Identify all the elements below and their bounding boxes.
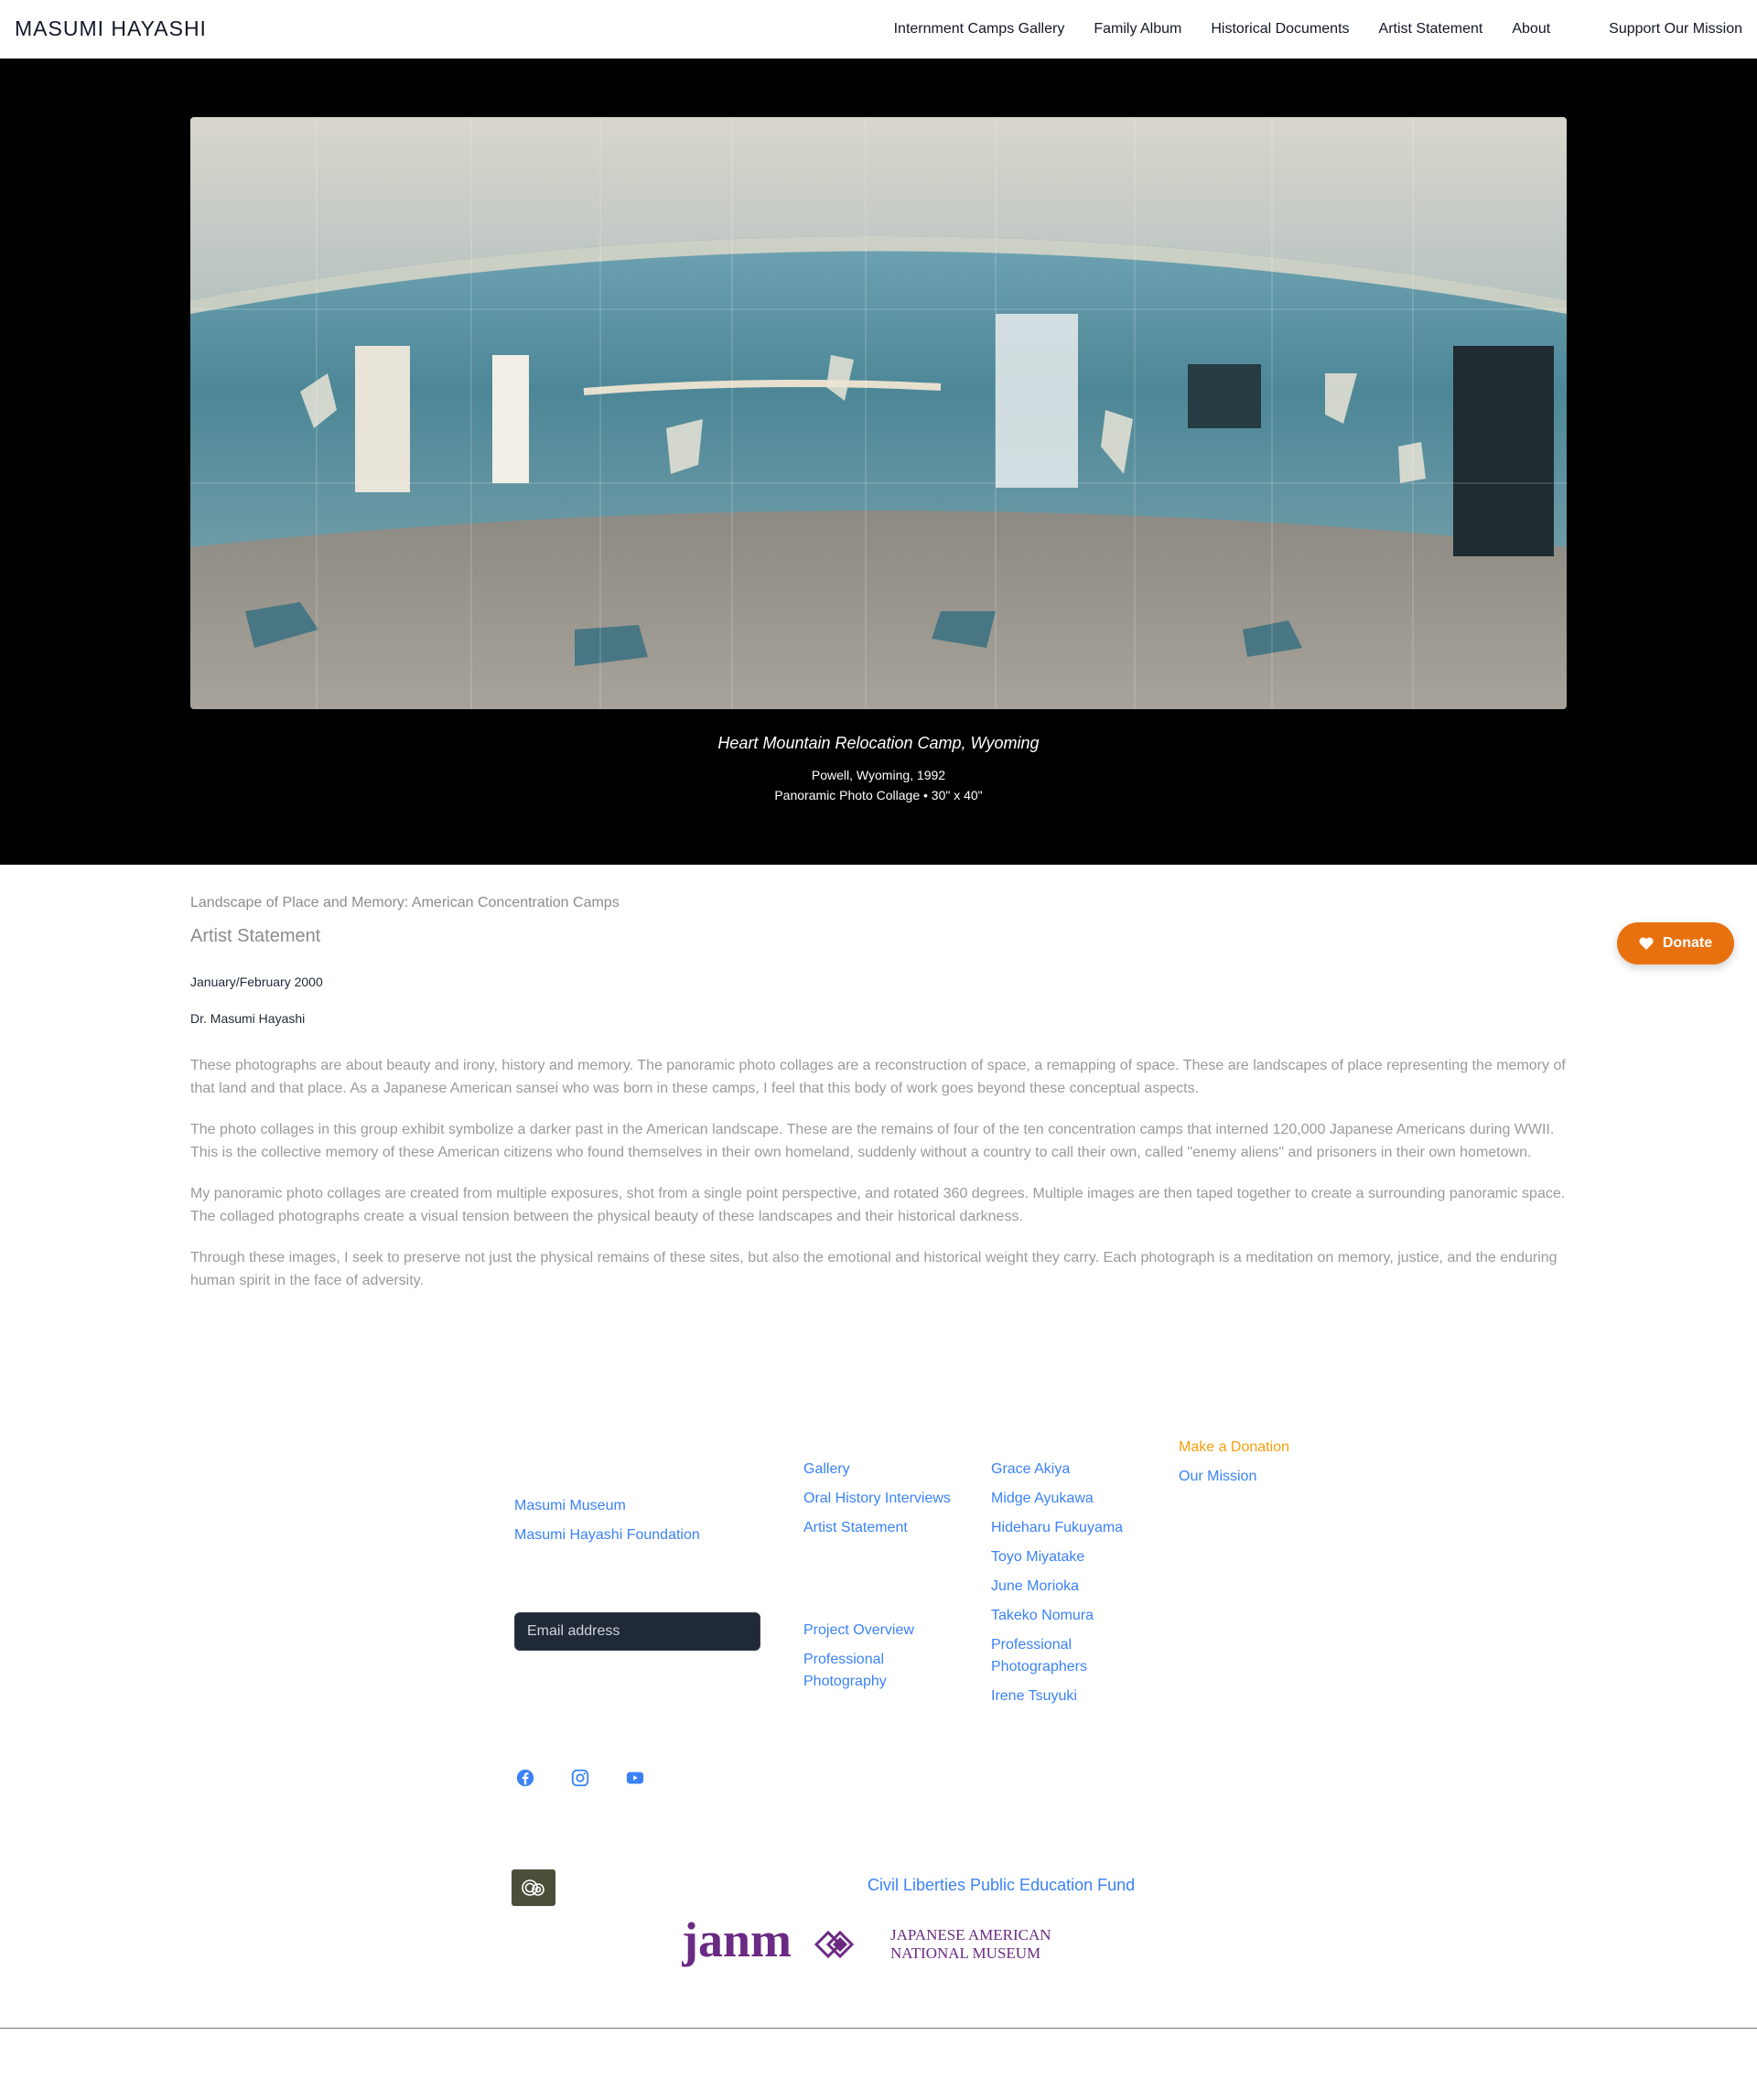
clpef-logo-icon xyxy=(512,1869,555,1906)
donate-label: Donate xyxy=(1662,935,1713,951)
footer-link-takeko-nomura[interactable]: Takeko Nomura xyxy=(991,1605,1094,1627)
statement-paragraph: These photographs are about beauty and i… xyxy=(190,1058,1566,1096)
footer-link-midge-ayukawa[interactable]: Midge Ayukawa xyxy=(991,1488,1094,1510)
statement-date: January/February 2000 xyxy=(190,975,323,989)
footer-link-masumi-hayashi-foundation[interactable]: Masumi Hayashi Foundation xyxy=(514,1524,700,1546)
footer-link-irene-tsuyuki[interactable]: Irene Tsuyuki xyxy=(991,1685,1077,1707)
statement-paragraph: Through these images, I seek to preserve… xyxy=(190,1250,1558,1288)
janm-line1: JAPANESE AMERICAN xyxy=(890,1926,1051,1944)
brand-logo[interactable]: MASUMI HAYASHI xyxy=(15,16,207,41)
footer-link-our-mission[interactable]: Our Mission xyxy=(1179,1466,1256,1488)
nav-support-our-mission[interactable]: Support Our Mission xyxy=(1609,21,1742,38)
photo-medium: Panoramic Photo Collage • 30" x 40" xyxy=(774,788,983,802)
youtube-icon[interactable] xyxy=(625,1768,645,1788)
janm-emblem-icon xyxy=(814,1930,855,1959)
facebook-icon[interactable] xyxy=(515,1768,535,1788)
nav-historical-documents[interactable]: Historical Documents xyxy=(1211,21,1349,38)
footer-link-make-a-donation[interactable]: Make a Donation xyxy=(1179,1437,1289,1459)
footer-link-grace-akiya[interactable]: Grace Akiya xyxy=(991,1459,1070,1481)
statement-paragraph: My panoramic photo collages are created … xyxy=(190,1186,1566,1224)
statement-paragraph: The photo collages in this group exhibit… xyxy=(190,1122,1555,1160)
footer-link-professional-photographers[interactable]: Professional Photographers xyxy=(991,1634,1119,1678)
footer-link-june-morioka[interactable]: June Morioka xyxy=(991,1576,1079,1598)
photo-title: Heart Mountain Relocation Camp, Wyoming xyxy=(717,734,1040,752)
statement-author: Dr. Masumi Hayashi xyxy=(190,1011,306,1026)
series-title: Landscape of Place and Memory: American … xyxy=(190,895,620,910)
janm-logo[interactable]: janm JAPANESE AMERICAN NATIONAL MUSEUM xyxy=(681,1912,1059,1969)
footer-link-gallery[interactable]: Gallery xyxy=(803,1459,850,1481)
nav-internment-camps-gallery[interactable]: Internment Camps Gallery xyxy=(894,21,1065,38)
footer-link-hideharu-fukuyama[interactable]: Hideharu Fukuyama xyxy=(991,1517,1123,1539)
donate-button[interactable]: Donate xyxy=(1617,922,1734,964)
nav-artist-statement[interactable]: Artist Statement xyxy=(1379,21,1483,38)
site-header: MASUMI HAYASHI Internment Camps Gallery … xyxy=(0,0,1757,59)
janm-line2: NATIONAL MUSEUM xyxy=(890,1944,1040,1962)
photo-location: Powell, Wyoming, 1992 xyxy=(811,768,946,782)
email-input[interactable] xyxy=(514,1612,760,1651)
panorama-image xyxy=(190,117,1567,709)
main-nav: Internment Camps Gallery Family Album Hi… xyxy=(894,0,1742,59)
heart-icon xyxy=(1639,937,1654,950)
panorama-photo-collage[interactable] xyxy=(190,117,1567,709)
footer-link-artist-statement[interactable]: Artist Statement xyxy=(803,1517,908,1539)
artist-statement-section: Landscape of Place and Memory: American … xyxy=(190,895,1567,1292)
footer-link-project-overview[interactable]: Project Overview xyxy=(803,1620,914,1642)
hero-section: Heart Mountain Relocation Camp, Wyoming … xyxy=(0,59,1757,865)
nav-family-album[interactable]: Family Album xyxy=(1094,21,1181,38)
instagram-icon[interactable] xyxy=(570,1768,590,1788)
footer-link-oral-history-interviews[interactable]: Oral History Interviews xyxy=(803,1488,951,1510)
janm-wordmark: janm xyxy=(682,1920,792,1967)
nav-about[interactable]: About xyxy=(1512,21,1550,38)
page-title: Artist Statement xyxy=(190,926,321,946)
clpef-link[interactable]: Civil Liberties Public Education Fund xyxy=(868,1876,1135,1895)
footer-link-masumi-museum[interactable]: Masumi Museum xyxy=(514,1495,626,1517)
footer-link-professional-photography[interactable]: Professional Photography xyxy=(803,1649,932,1693)
footer-divider xyxy=(0,2028,1757,2029)
footer-link-toyo-miyatake[interactable]: Toyo Miyatake xyxy=(991,1546,1084,1568)
